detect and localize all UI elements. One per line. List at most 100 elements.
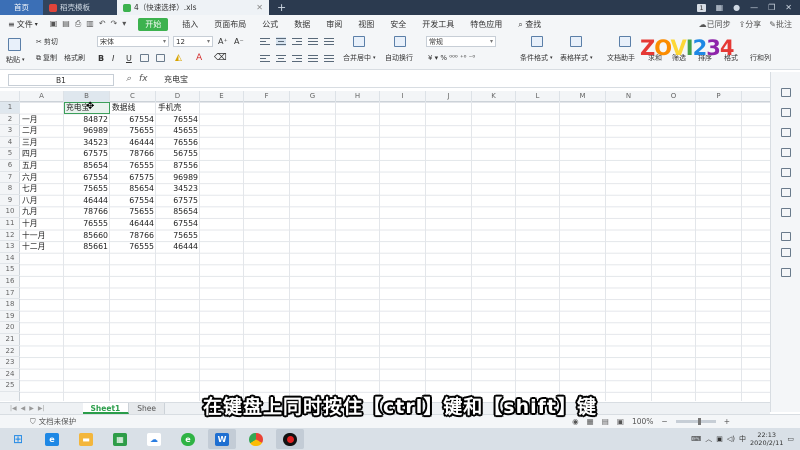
formula-input[interactable]: 充电宝 [164, 74, 188, 85]
column-header-i[interactable]: I [380, 91, 426, 102]
row-header-20[interactable]: 20 [0, 322, 20, 334]
print-icon[interactable]: ⎙ [75, 19, 81, 29]
export-pdf-icon[interactable]: ▤ [62, 19, 70, 29]
value-cell[interactable]: 85660 [64, 230, 110, 242]
column-header-a[interactable]: A [20, 91, 64, 102]
column-header-h[interactable]: H [336, 91, 380, 102]
column-header-d[interactable]: D [156, 91, 200, 102]
tools-icon[interactable] [781, 232, 791, 241]
sync-status[interactable]: ☁已同步 [699, 19, 731, 30]
minimize-icon[interactable]: — [750, 3, 758, 12]
month-cell[interactable]: 一月 [20, 114, 64, 126]
copy-button[interactable]: ⧉ 复制 [36, 53, 57, 63]
value-cell[interactable]: 78766 [110, 230, 156, 242]
font-size-select[interactable]: 12 ▾ [173, 36, 213, 47]
tab-formulas[interactable]: 公式 [254, 19, 286, 30]
value-cell[interactable]: 45655 [156, 125, 200, 137]
align-right-icon[interactable] [292, 54, 302, 63]
search-button[interactable]: ⌕ 查找 [510, 19, 549, 30]
new-tab-button[interactable]: + [269, 1, 294, 14]
value-cell[interactable]: 76555 [64, 218, 110, 230]
layout-icon[interactable]: ▦ [716, 3, 724, 12]
value-cell[interactable]: 76556 [156, 137, 200, 149]
row-header-14[interactable]: 14 [0, 253, 20, 265]
taskbar-store[interactable]: ▦ [106, 429, 134, 449]
bold-button[interactable]: B [98, 54, 104, 63]
row-header-11[interactable]: 11 [0, 218, 20, 230]
property-icon[interactable] [781, 128, 791, 137]
italic-button[interactable]: I [112, 54, 114, 63]
cell-area[interactable]: 充电宝 数据线 手机壳 一月 84872 67554 76554 二月 96989 75655 45… [20, 101, 770, 401]
align-center-icon[interactable] [276, 54, 286, 63]
tab-review[interactable]: 审阅 [318, 19, 350, 30]
row-header-22[interactable]: 22 [0, 346, 20, 358]
file-menu[interactable]: ≡ 文件 ▾ [0, 19, 44, 30]
row-header-16[interactable]: 16 [0, 276, 20, 288]
number-format-select[interactable]: 常规 ▾ [426, 36, 496, 47]
keyboard-icon[interactable]: ⌨ [691, 435, 701, 443]
value-cell[interactable]: 75655 [156, 230, 200, 242]
value-cell[interactable]: 96989 [156, 172, 200, 184]
row-header-8[interactable]: 8 [0, 183, 20, 195]
row-header-1[interactable]: 1 [0, 102, 20, 114]
value-cell[interactable]: 78766 [110, 148, 156, 160]
value-cell[interactable]: 34523 [156, 183, 200, 195]
value-cell[interactable]: 76555 [110, 241, 156, 253]
tab-special-features[interactable]: 特色应用 [462, 19, 510, 30]
conditional-format-button[interactable]: 条件格式 ▾ [520, 53, 553, 63]
taskbar-360-browser[interactable]: e [174, 429, 202, 449]
value-cell[interactable]: 84872 [64, 114, 110, 126]
select-icon[interactable] [781, 88, 791, 97]
column-header-j[interactable]: J [426, 91, 472, 102]
fx-button[interactable]: fx [139, 74, 148, 84]
tab-home[interactable]: 首页 [0, 0, 43, 15]
value-cell[interactable]: 75655 [110, 206, 156, 218]
paste-button[interactable] [8, 38, 21, 51]
column-header-c[interactable]: C [110, 91, 156, 102]
tab-developer[interactable]: 开发工具 [414, 19, 462, 30]
user-avatar-icon[interactable]: ● [733, 3, 740, 12]
spreadsheet-grid[interactable]: ABCDEFGHIJKLMNOP 1 2 3 4 5 6 7 8 9 10 11 12 13 14 15 16… [0, 91, 770, 401]
column-header-p[interactable]: P [696, 91, 742, 102]
align-distribute-icon[interactable] [324, 37, 334, 46]
value-cell[interactable]: 46444 [64, 195, 110, 207]
month-cell[interactable]: 二月 [20, 125, 64, 137]
zoom-slider[interactable] [675, 418, 716, 425]
value-cell[interactable]: 46444 [110, 137, 156, 149]
month-cell[interactable]: 六月 [20, 172, 64, 184]
zoom-icon[interactable]: ⌕ [126, 74, 131, 84]
value-cell[interactable]: 96989 [64, 125, 110, 137]
name-box[interactable]: B1 [8, 74, 114, 86]
doc-assistant-button[interactable]: 文档助手 [607, 53, 635, 63]
underline-button[interactable]: U [126, 54, 132, 63]
value-cell[interactable]: 67575 [110, 172, 156, 184]
column-header-g[interactable]: G [290, 91, 336, 102]
font-family-select[interactable]: 宋体 ▾ [97, 36, 169, 47]
align-left-icon[interactable] [260, 54, 270, 63]
share-button[interactable]: ⇪分享 [739, 19, 762, 30]
row-header-15[interactable]: 15 [0, 264, 20, 276]
close-tab-icon[interactable]: ✕ [256, 3, 263, 12]
tab-page-layout[interactable]: 页面布局 [206, 19, 254, 30]
taskbar-recorder[interactable] [276, 429, 304, 449]
font-color-button[interactable]: A [196, 53, 202, 63]
help-icon[interactable] [781, 268, 791, 277]
taskbar-baidu-netdisk[interactable]: ☁ [140, 429, 168, 449]
taskbar-ie[interactable]: e [38, 429, 66, 449]
row-header-13[interactable]: 13 [0, 241, 20, 253]
notification-icon[interactable]: ▭ [787, 435, 794, 443]
month-cell[interactable]: 十月 [20, 218, 64, 230]
value-cell[interactable]: 67575 [156, 195, 200, 207]
format-painter-button[interactable]: 格式刷 [64, 53, 85, 63]
border-button[interactable] [140, 54, 149, 62]
month-cell[interactable]: 四月 [20, 148, 64, 160]
row-header-24[interactable]: 24 [0, 369, 20, 381]
tray-expand-icon[interactable]: ︿ [705, 434, 712, 444]
align-top-left-icon[interactable] [260, 37, 270, 46]
value-cell[interactable]: 46444 [110, 218, 156, 230]
value-cell[interactable]: 67554 [156, 218, 200, 230]
undo-icon[interactable]: ↶ [99, 19, 106, 29]
month-cell[interactable]: 八月 [20, 195, 64, 207]
value-cell[interactable]: 34523 [64, 137, 110, 149]
column-header-l[interactable]: L [516, 91, 560, 102]
